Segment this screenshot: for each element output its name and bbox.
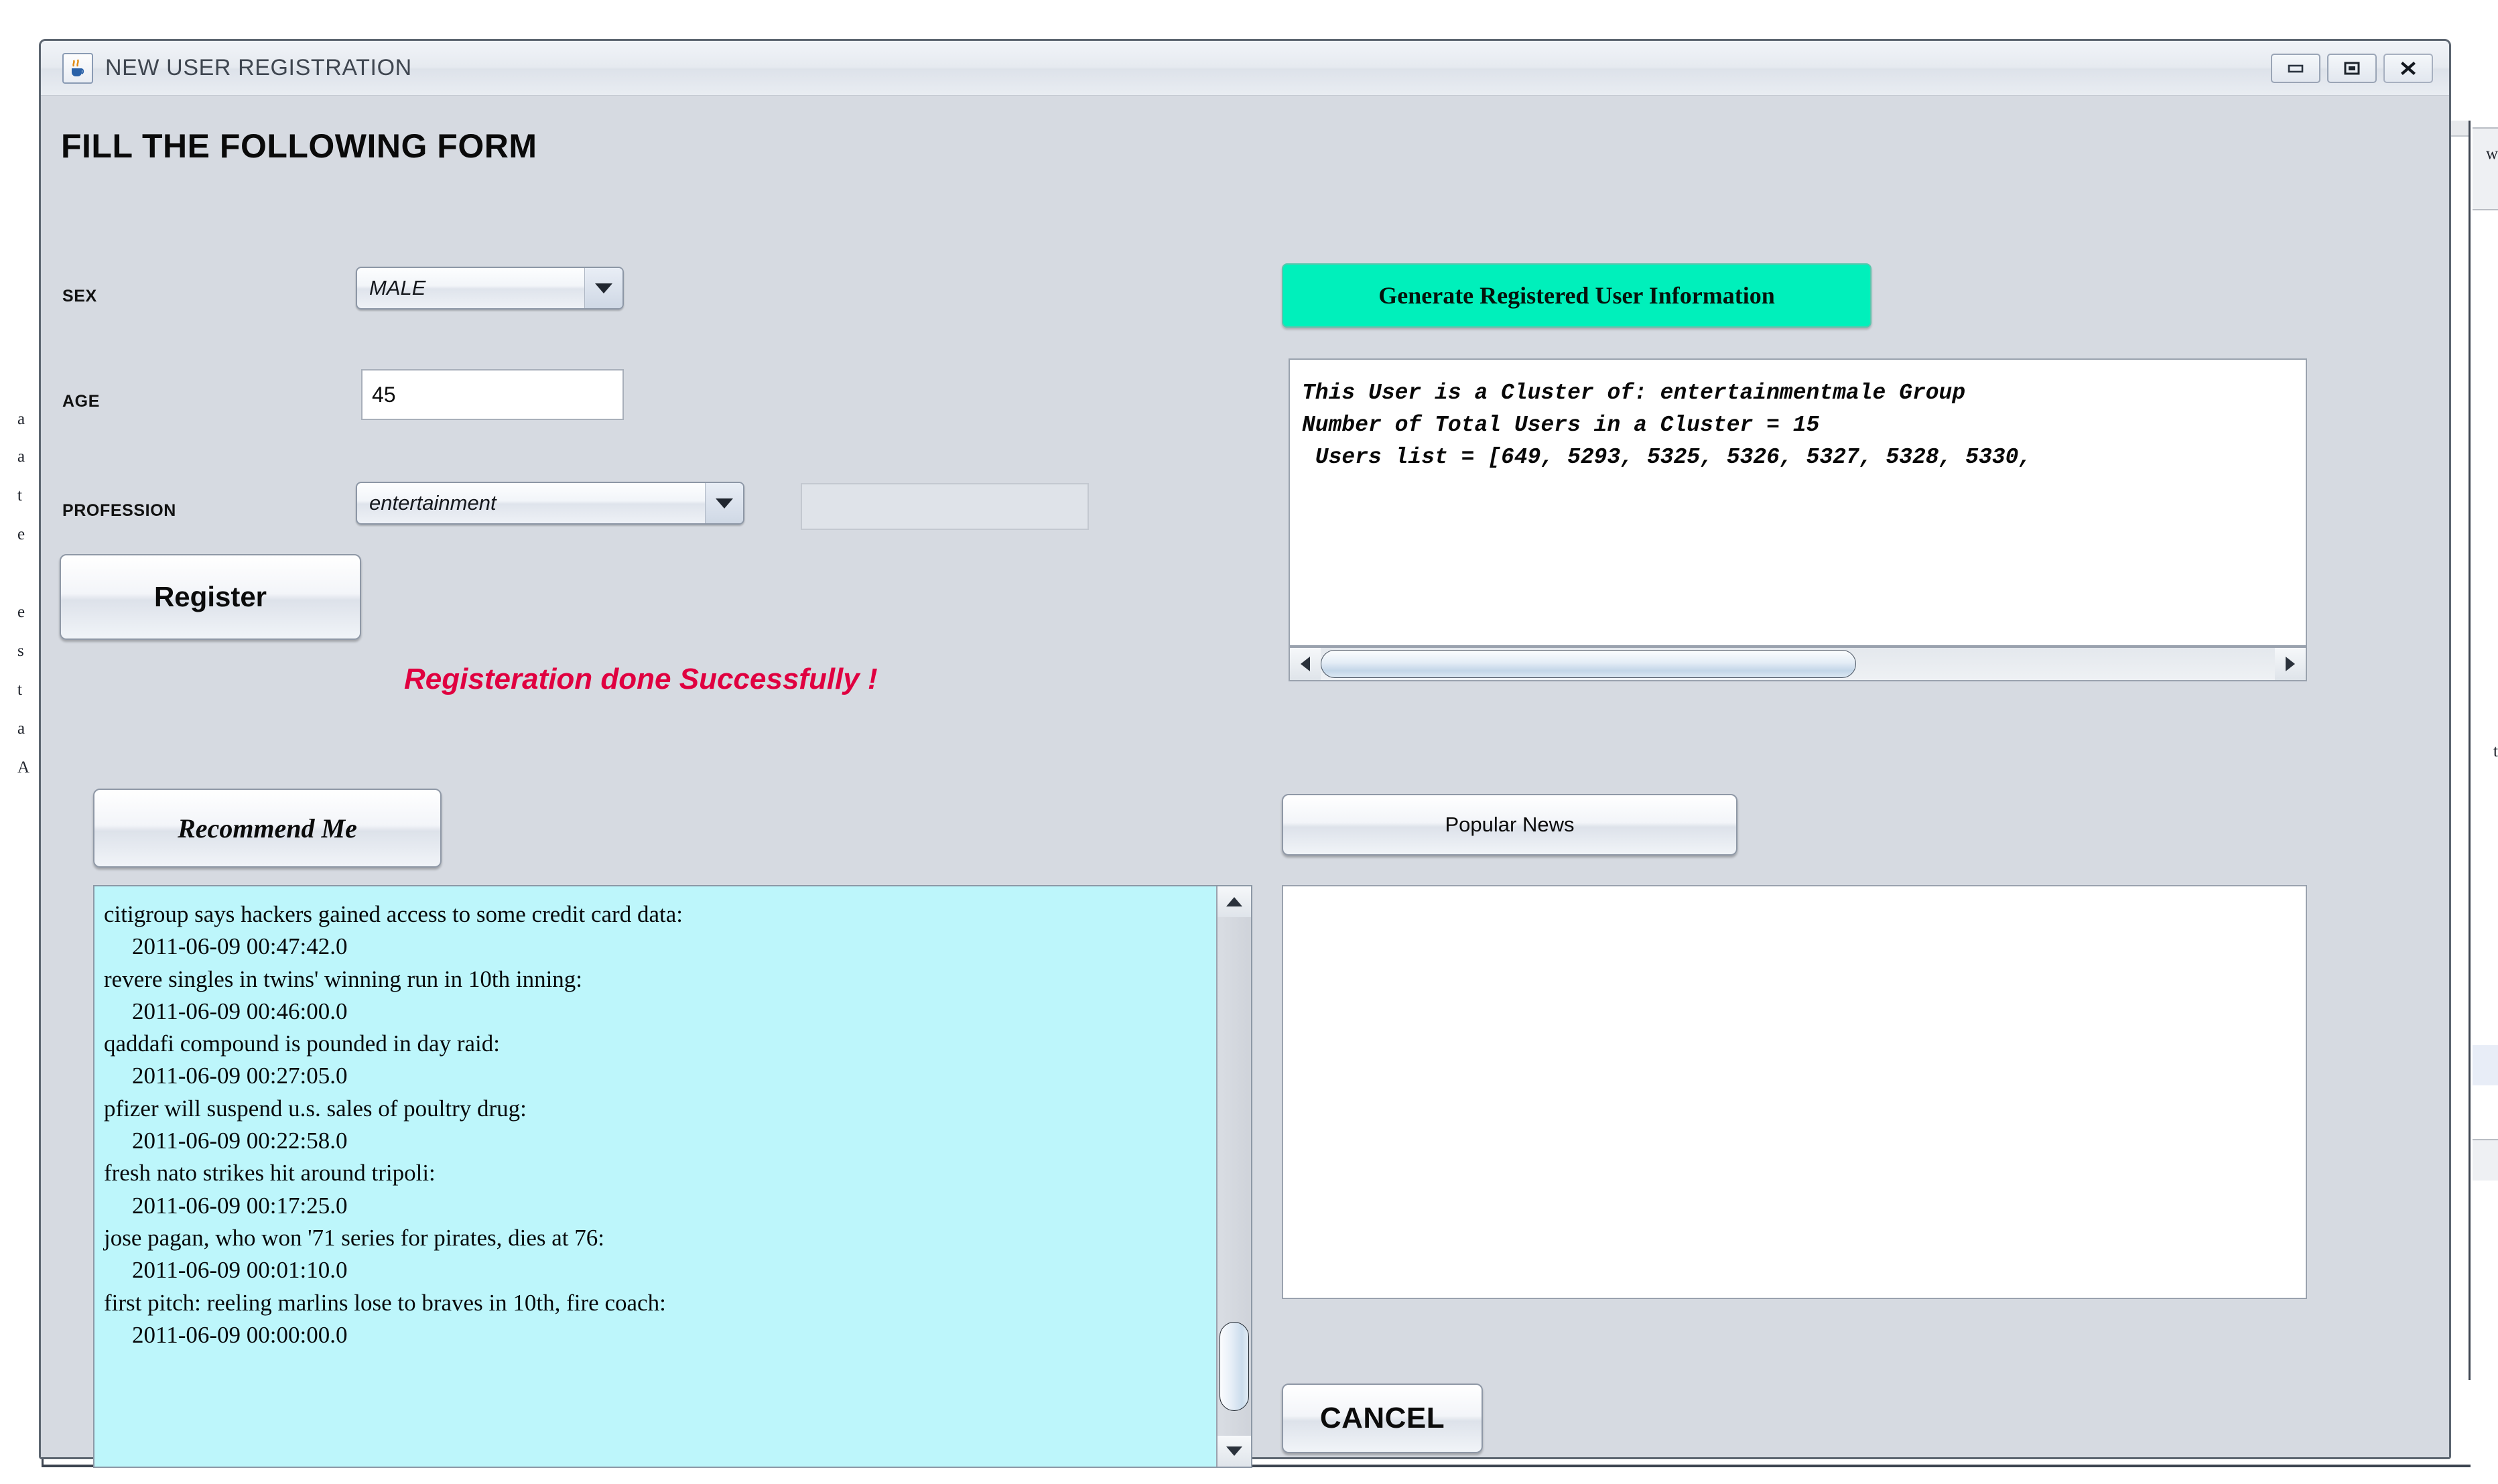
window-title: NEW USER REGISTRATION	[105, 55, 412, 80]
news-item-title: citigroup says hackers gained access to …	[104, 901, 683, 927]
close-icon[interactable]	[2383, 53, 2433, 83]
recommended-news-list[interactable]: citigroup says hackers gained access to …	[93, 885, 1252, 1468]
background-text-fragment: t	[17, 486, 22, 504]
sex-label: SEX	[62, 287, 97, 306]
profession-combobox[interactable]: entertainment	[356, 482, 744, 525]
background-text-fragment: a	[17, 720, 25, 738]
profession-label: PROFESSION	[62, 501, 176, 520]
profession-combobox-value: entertainment	[369, 491, 497, 515]
popular-news-textarea[interactable]	[1282, 885, 2307, 1299]
minimize-icon[interactable]	[2271, 53, 2320, 83]
cluster-scroll-track[interactable]	[1321, 648, 2275, 680]
news-item-title: pfizer will suspend u.s. sales of poultr…	[104, 1095, 527, 1122]
recommended-news-viewport: citigroup says hackers gained access to …	[94, 886, 1216, 1467]
new-user-registration-window: NEW USER REGISTRATION FILL THE FOLLOWING…	[39, 39, 2451, 1468]
background-panel-bottom	[2473, 1139, 2498, 1181]
profession-extra-input[interactable]	[801, 483, 1089, 530]
background-text-fragment: a	[17, 410, 25, 428]
cluster-info-text: This User is a Cluster of: entertainment…	[1290, 360, 2306, 474]
window-titlebar[interactable]: NEW USER REGISTRATION	[41, 41, 2449, 96]
news-item-title: fresh nato strikes hit around tripoli:	[104, 1160, 436, 1187]
news-scroll-track[interactable]	[1218, 917, 1251, 1436]
news-item-title: revere singles in twins' winning run in …	[104, 965, 583, 992]
background-text-fragment: e	[17, 603, 25, 621]
news-vertical-scrollbar[interactable]	[1216, 886, 1251, 1467]
cluster-info-line: Users list = [649, 5293, 5325, 5326, 532…	[1302, 444, 2032, 470]
background-text-fragment: e	[17, 525, 25, 543]
sex-combobox-value: MALE	[369, 276, 426, 299]
background-text-fragment: s	[17, 642, 24, 660]
background-panel-middle	[2473, 1045, 2498, 1085]
register-button[interactable]: Register	[60, 554, 361, 640]
news-item-time: 2011-06-09 00:27:05.0	[132, 1063, 348, 1089]
news-item-time: 2011-06-09 00:17:25.0	[132, 1192, 348, 1219]
cluster-horizontal-scrollbar[interactable]	[1289, 647, 2307, 681]
window-content: FILL THE FOLLOWING FORM SEX MALE AGE 45 …	[41, 96, 2449, 1468]
news-item-title: jose pagan, who won '71 series for pirat…	[104, 1224, 604, 1251]
cluster-scroll-thumb[interactable]	[1321, 650, 1857, 678]
right-arrow-icon[interactable]	[2275, 648, 2306, 680]
news-item-title: qaddafi compound is pounded in day raid:	[104, 1030, 500, 1057]
background-text-fragment: t	[2493, 742, 2498, 760]
java-coffee-cup-icon	[62, 52, 93, 84]
news-scroll-thumb[interactable]	[1220, 1321, 1249, 1412]
background-text-fragment: t	[17, 681, 22, 699]
background-panel-top	[2473, 127, 2498, 210]
recommended-news-items: citigroup says hackers gained access to …	[94, 886, 1216, 1351]
cluster-info-line: This User is a Cluster of: entertainment…	[1302, 381, 1966, 405]
maximize-icon[interactable]	[2327, 53, 2377, 83]
status-message: Registeration done Successfully !	[404, 663, 878, 695]
background-text-fragment: A	[17, 758, 30, 777]
news-item-title: first pitch: reeling marlins lose to bra…	[104, 1289, 666, 1316]
cancel-button[interactable]: CANCEL	[1282, 1384, 1483, 1453]
age-label: AGE	[62, 392, 100, 411]
background-text-fragment: a	[17, 448, 25, 466]
window-controls	[2271, 53, 2433, 83]
down-arrow-icon[interactable]	[1218, 1436, 1251, 1467]
left-arrow-icon[interactable]	[1290, 648, 1321, 680]
cluster-info-textarea[interactable]: This User is a Cluster of: entertainment…	[1289, 358, 2307, 647]
age-input-value: 45	[372, 382, 396, 407]
chevron-down-icon[interactable]	[705, 483, 743, 523]
news-item-time: 2011-06-09 00:47:42.0	[132, 933, 348, 960]
age-input[interactable]: 45	[361, 369, 624, 420]
news-item-time: 2011-06-09 00:46:00.0	[132, 998, 348, 1024]
page-title: FILL THE FOLLOWING FORM	[61, 127, 537, 165]
popular-news-button[interactable]: Popular News	[1282, 794, 1737, 856]
recommend-me-button[interactable]: Recommend Me	[93, 789, 442, 868]
chevron-down-icon[interactable]	[584, 268, 622, 308]
up-arrow-icon[interactable]	[1218, 886, 1251, 917]
background-text-fragment: w	[2485, 145, 2498, 163]
news-item-time: 2011-06-09 00:00:00.0	[132, 1321, 348, 1348]
news-item-time: 2011-06-09 00:22:58.0	[132, 1128, 348, 1154]
generate-registered-user-information-button[interactable]: Generate Registered User Information	[1282, 263, 1871, 328]
background-right-border	[2469, 121, 2471, 1380]
cluster-info-line: Number of Total Users in a Cluster = 15	[1302, 412, 1820, 437]
news-item-time: 2011-06-09 00:01:10.0	[132, 1257, 348, 1284]
sex-combobox[interactable]: MALE	[356, 267, 624, 310]
